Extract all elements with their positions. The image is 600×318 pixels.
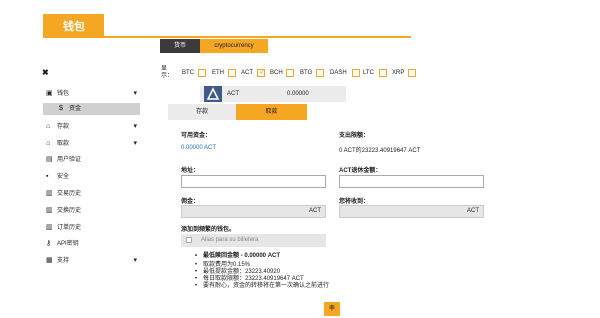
header-underline	[43, 36, 411, 38]
coin-filter-label: ETH	[212, 70, 224, 76]
coin-filter-checkbox[interactable]	[198, 69, 206, 77]
sidebar-item[interactable]: ▦ 支持 ▾	[43, 255, 140, 267]
note-daily-limit: 每日取款限额：23223.40919647 ACT	[195, 276, 375, 283]
checkmark-icon: ✓	[259, 67, 266, 76]
wallet-alias-input[interactable]: Alias para su billetera	[201, 237, 258, 243]
tab-withdraw[interactable]: 取款	[236, 104, 307, 120]
available-funds-value: 0.00000 ACT	[181, 145, 217, 151]
id-card-icon: ▤	[46, 156, 53, 163]
clipboard-icon: ▥	[46, 207, 53, 214]
sidebar-item-label: 资金	[69, 106, 82, 112]
address-input[interactable]	[181, 175, 326, 188]
coin-filter-label: DASH	[330, 70, 347, 76]
sidebar-item[interactable]: ▪ 安全	[43, 171, 140, 183]
dollar-circle-icon: $	[59, 105, 63, 112]
support-icon: ▦	[46, 257, 53, 264]
wallet-icon: ▣	[46, 90, 53, 97]
lock-icon: ▪	[46, 173, 49, 180]
sidebar-item-label: 安全	[57, 174, 70, 180]
note-min-redeem: 最低赎回金额 - 0.00000 ACT	[195, 253, 375, 260]
sidebar-item-label: 钱包	[57, 91, 70, 97]
spending-limit-label: 支出限额：	[339, 133, 370, 139]
coin-filter-checkbox[interactable]	[316, 69, 324, 77]
refund-amount-input[interactable]	[339, 175, 484, 188]
coin-filter-checkbox[interactable]	[228, 69, 236, 77]
sidebar-item[interactable]: ⚷ API密钥	[43, 238, 140, 250]
page-title: 钱包	[63, 21, 85, 33]
coin-filter-checkbox[interactable]	[379, 69, 387, 77]
chevron-down-icon[interactable]: ▾	[133, 138, 137, 150]
sidebar-item[interactable]: ▣ 钱包 ▾	[43, 88, 140, 100]
available-funds-label: 可用资金：	[181, 133, 212, 139]
chevron-down-icon[interactable]: ▾	[133, 121, 137, 133]
coin-filter-checkbox[interactable]	[352, 69, 360, 77]
coin-filter-label: BTG	[300, 70, 313, 76]
sidebar-item-label: API密钥	[57, 241, 79, 247]
sidebar-item[interactable]: ▥ 交换历史	[43, 205, 140, 217]
sidebar-item-label: 交换历史	[57, 208, 82, 214]
sidebar-item[interactable]: $ 资金	[43, 103, 140, 115]
submit-button[interactable]: 率	[324, 302, 340, 316]
commission-field	[181, 205, 326, 218]
sidebar-item-label: 用户验证	[57, 157, 82, 163]
close-icon[interactable]: ✖	[42, 68, 49, 77]
spending-limit-value: 0 ACT的23223.40919647 ACT	[339, 148, 421, 154]
bank-icon: ⌂	[46, 140, 51, 147]
receive-field	[339, 205, 484, 218]
sidebar-item-label: 交易历史	[57, 191, 82, 197]
balance-value: 0.00000	[287, 91, 309, 97]
receive-label: 您将收到：	[339, 199, 370, 205]
display-label: 显示：	[161, 66, 174, 79]
sidebar-item[interactable]: ▥ 交易历史	[43, 188, 140, 200]
chevron-down-icon[interactable]: ▾	[133, 88, 137, 100]
add-wallet-label: 添加到频繁的钱包。	[181, 227, 236, 233]
clipboard-icon: ▥	[46, 190, 53, 197]
coin-filter-checkbox[interactable]	[408, 69, 416, 77]
bank-icon: ⌂	[46, 123, 51, 130]
coin-filter-checkbox[interactable]	[286, 69, 294, 77]
clipboard-icon: ▥	[46, 224, 53, 231]
sidebar-item[interactable]: ⌂ 取款 ▾	[43, 138, 140, 150]
chevron-down-icon[interactable]: ▾	[133, 255, 137, 267]
sidebar-item-label: 订单历史	[57, 225, 82, 231]
tab-cryptocurrency[interactable]: cryptocurrency	[200, 39, 268, 53]
sidebar-item[interactable]: ⌂ 存款 ▾	[43, 121, 140, 133]
address-label: 地址：	[181, 168, 200, 174]
tab-deposit[interactable]: 存款	[168, 104, 236, 120]
sidebar-item-label: 存款	[57, 124, 70, 130]
balance-coin: ACT	[227, 91, 239, 97]
sidebar-item-label: 取款	[57, 141, 70, 147]
coin-filter-checkbox[interactable]: ✓	[257, 67, 266, 77]
receive-unit: ACT	[467, 208, 479, 214]
notes-list: 最低赎回金额 - 0.00000 ACT 取款费用为0.15% 最低提款金额：2…	[195, 253, 375, 290]
refund-amount-label: ACT退休金额：	[339, 168, 382, 174]
commission-label: 佣金：	[181, 199, 200, 205]
coin-filter-label: LTC	[363, 70, 374, 76]
save-wallet-checkbox[interactable]	[186, 237, 192, 243]
coin-filter-label: ACT	[241, 70, 253, 76]
key-icon: ⚷	[46, 240, 52, 247]
coin-filter-label: XRP	[392, 70, 405, 76]
sidebar-item[interactable]: ▤ 用户验证	[43, 154, 140, 166]
coin-filter-label: BTC	[182, 70, 194, 76]
note-fee: 取款费用为0.15%	[195, 262, 375, 269]
act-coin-icon	[204, 86, 222, 102]
note-patience: 要有耐心，资金的转移将在第一次确认之前进行	[195, 283, 375, 290]
tab-currency[interactable]: 货币	[160, 39, 200, 53]
sidebar-item[interactable]: ▥ 订单历史	[43, 222, 140, 234]
sidebar-item-label: 支持	[57, 258, 70, 264]
commission-unit: ACT	[309, 208, 321, 214]
note-min-withdraw: 最低提款金额：23223.40920	[195, 269, 375, 276]
coin-filter-label: BCH	[270, 70, 283, 76]
